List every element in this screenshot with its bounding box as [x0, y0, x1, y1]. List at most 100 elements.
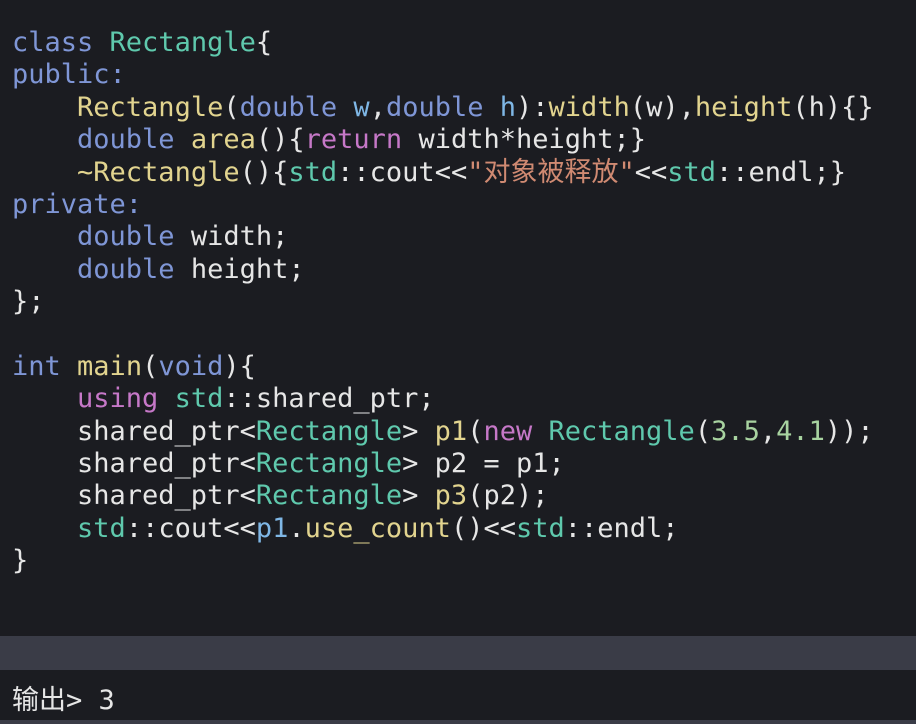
code-token: (){ [255, 124, 305, 156]
code-line: shared_ptr<Rectangle> p3(p2); [12, 480, 874, 512]
code-token: width [548, 91, 630, 123]
code-token: , [369, 91, 386, 123]
code-token: Rectangle [77, 91, 224, 123]
code-line: double width; [12, 221, 874, 253]
code-line: Rectangle(double w,double h):width(w),he… [12, 92, 874, 124]
code-token: ): [516, 91, 549, 123]
code-line: ~Rectangle(){std::cout<<"对象被释放"<<std::en… [12, 157, 874, 189]
code-token: void [158, 350, 224, 382]
code-token: shared_ptr< [12, 415, 256, 447]
code-token: Rectangle [548, 415, 695, 447]
code-editor[interactable]: class Rectangle{public: Rectangle(double… [0, 0, 916, 636]
code-line: public: [12, 59, 874, 91]
code-token: int [12, 350, 61, 382]
code-token: double [77, 221, 175, 253]
code-token: main [77, 350, 143, 382]
code-token: double [239, 91, 338, 123]
code-token: > [402, 415, 435, 447]
code-line: shared_ptr<Rectangle> p1(new Rectangle(3… [12, 416, 874, 448]
code-token: private: [12, 188, 143, 220]
code-token: class [12, 27, 94, 58]
code-token: area [190, 124, 256, 156]
code-line: class Rectangle{ [12, 27, 874, 59]
code-token: ( [142, 350, 159, 382]
code-token: width; [174, 221, 289, 253]
code-token: (h){} [792, 91, 874, 123]
code-line: using std::shared_ptr; [12, 383, 874, 415]
code-token: }; [12, 286, 45, 318]
code-token: Rectangle [109, 27, 256, 58]
code-token: (w), [629, 91, 695, 123]
code-token: std [667, 156, 717, 188]
code-token: ::endl;} [716, 156, 847, 188]
code-token: ::shared_ptr; [223, 383, 435, 415]
code-line: double area(){return width*height;} [12, 124, 874, 156]
code-token: ( [694, 415, 712, 447]
code-token: height [694, 91, 793, 123]
code-block[interactable]: class Rectangle{public: Rectangle(double… [12, 27, 874, 578]
code-line: double height; [12, 254, 874, 286]
code-token: 3.5 [711, 415, 760, 447]
code-token: 4.1 [776, 415, 825, 447]
code-token: public: [12, 59, 126, 91]
code-token: p1 [255, 512, 289, 544]
code-token: p3 [434, 480, 468, 512]
code-token: . [288, 512, 305, 544]
code-line: }; [12, 286, 874, 318]
code-token: width*height;} [402, 124, 647, 156]
panel-divider [0, 636, 916, 670]
code-line: private: [12, 189, 874, 221]
code-token: } [12, 545, 29, 577]
code-token: > [402, 480, 435, 512]
code-token: (p2); [467, 480, 549, 512]
code-token: Rectangle [255, 448, 403, 480]
code-line: } [12, 545, 874, 577]
code-line: std::cout<<p1.use_count()<<std::endl; [12, 513, 874, 545]
code-token: std [174, 383, 224, 415]
code-line: shared_ptr<Rectangle> p2 = p1; [12, 448, 874, 480]
code-token: Rectangle [255, 480, 403, 512]
code-token: << [634, 156, 668, 188]
code-token: h [499, 91, 517, 123]
code-token: double [77, 124, 175, 156]
code-token: double [385, 91, 484, 123]
code-token: use_count [304, 512, 451, 544]
bottom-edge [0, 720, 916, 724]
code-token: ::cout<< [125, 512, 256, 544]
code-token: double [77, 253, 175, 285]
output-text: 输出> 3 [12, 685, 115, 716]
code-token: (){ [239, 156, 289, 188]
code-token: std [288, 156, 338, 188]
code-token: , [759, 415, 777, 447]
code-token: new [483, 415, 533, 447]
code-token: Rectangle [255, 415, 403, 447]
code-token: using [77, 383, 159, 415]
code-token: > p2 = p1; [402, 448, 565, 480]
code-line: int main(void){ [12, 351, 874, 383]
code-token: ()<< [450, 512, 516, 544]
code-token: p1 [434, 415, 468, 447]
code-token: std [515, 512, 565, 544]
code-token: std [77, 512, 126, 544]
code-token: ::cout<< [337, 156, 468, 188]
code-token: ( [223, 91, 240, 123]
code-token: ::endl; [564, 512, 679, 544]
code-token: { [255, 27, 273, 58]
code-token: shared_ptr< [12, 448, 256, 480]
code-token: ~Rectangle [77, 156, 240, 188]
code-token: )); [824, 415, 874, 447]
code-token: "对象被释放" [467, 156, 635, 188]
